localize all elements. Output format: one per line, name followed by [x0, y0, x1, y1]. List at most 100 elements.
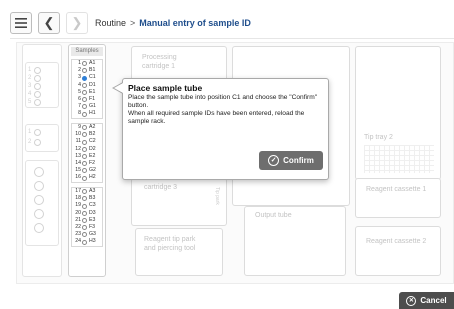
sample-number: 3	[78, 74, 81, 81]
slot-indicator	[82, 61, 87, 67]
processing-cartridge-3-label: cartridge 3	[144, 184, 178, 191]
sample-position-label: D1	[89, 81, 96, 88]
slot-indicator	[82, 175, 87, 181]
sample-position-label: A2	[89, 124, 96, 130]
slot-indicator	[82, 139, 87, 145]
sample-position-d1[interactable]: 4 D1	[72, 82, 102, 89]
tip-tray-2: Tip tray 2	[355, 46, 441, 180]
sample-number: 14	[75, 159, 81, 166]
sample-position-f1[interactable]: 6 F1	[72, 96, 102, 103]
sample-position-c3[interactable]: 19 C3	[72, 202, 102, 209]
sample-position-g1[interactable]: 7 G1	[72, 103, 102, 110]
sample-position-b2[interactable]: 10 B2	[72, 131, 102, 138]
sample-number: 18	[75, 195, 81, 202]
tip-grid	[364, 145, 434, 173]
sample-position-g2[interactable]: 15 G2	[72, 167, 102, 174]
sample-position-c2[interactable]: 11 C2	[72, 138, 102, 145]
sample-position-label: C3	[89, 202, 96, 209]
tip-park-label: Tip park	[214, 187, 220, 205]
sample-number: 21	[75, 216, 81, 223]
dialog-message-line-2: When all required sample IDs have been e…	[128, 110, 305, 125]
dialog-title: Place sample tube	[128, 83, 203, 93]
sample-position-d3[interactable]: 20 D3	[72, 210, 102, 217]
back-button[interactable]: ❮	[38, 12, 60, 34]
divider	[10, 38, 454, 39]
sample-number: 20	[75, 209, 81, 216]
slot-indicator	[82, 153, 87, 159]
slot-indicator	[82, 239, 87, 245]
slot-indicator	[82, 82, 87, 88]
sample-number: 11	[75, 138, 81, 145]
sample-position-c1[interactable]: 3 C1	[72, 74, 102, 81]
sample-position-label: C1	[89, 74, 96, 81]
processing-cartridge-3: cartridge 3 Tip park	[131, 178, 227, 226]
place-sample-dialog: Place sample tube Place the sample tube …	[122, 78, 329, 180]
slot-indicator	[82, 225, 87, 231]
sample-position-h3[interactable]: 24 H3	[72, 238, 102, 245]
slot-indicator	[82, 89, 87, 95]
sample-position-label: E1	[89, 88, 96, 95]
sample-number: 5	[78, 88, 81, 95]
sample-position-label: A1	[89, 60, 96, 66]
x-circle-icon: ✕	[406, 295, 417, 306]
sample-number: 2	[78, 67, 81, 74]
sample-number: 6	[78, 95, 81, 102]
slot-indicator	[82, 132, 87, 138]
sample-number: 24	[75, 238, 81, 245]
sample-position-f2[interactable]: 14 F2	[72, 160, 102, 167]
sample-group-3: 17 A3 18 B3 19 C3 20 D3 21 E3 22 F3 23 G3 24 H3	[71, 187, 103, 247]
sample-position-b3[interactable]: 18 B3	[72, 195, 102, 202]
sample-position-f3[interactable]: 22 F3	[72, 224, 102, 231]
sample-position-label: F1	[89, 95, 96, 102]
sample-position-label: D3	[89, 209, 96, 216]
sample-position-e1[interactable]: 5 E1	[72, 89, 102, 96]
sample-position-label: B1	[89, 67, 96, 74]
rack-slot-group-3	[25, 160, 59, 246]
sample-number: 1	[78, 60, 81, 66]
slot-indicator	[82, 161, 87, 167]
sample-number: 17	[75, 188, 81, 194]
sample-position-e2[interactable]: 13 E2	[72, 153, 102, 160]
samples-title: Samples	[71, 47, 103, 56]
sample-position-h2[interactable]: 16 H2	[72, 174, 102, 181]
breadcrumb-root[interactable]: Routine	[95, 18, 126, 28]
sample-position-e3[interactable]: 21 E3	[72, 217, 102, 224]
sample-position-label: C2	[89, 138, 96, 145]
slot-indicator	[82, 111, 87, 117]
sample-number: 4	[78, 81, 81, 88]
sample-position-d2[interactable]: 12 D2	[72, 146, 102, 153]
sample-number: 9	[78, 124, 81, 130]
sample-position-a3[interactable]: 17 A3	[72, 188, 102, 195]
sample-position-a1[interactable]: 1 A1	[72, 60, 102, 67]
sample-position-b1[interactable]: 2 B1	[72, 67, 102, 74]
tip-tray-2-label: Tip tray 2	[364, 134, 393, 141]
sample-position-label: D2	[89, 145, 96, 152]
slot-indicator	[82, 189, 87, 195]
reagent-cassette-2-label: Reagent cassette 2	[366, 238, 427, 245]
sample-position-label: F2	[89, 159, 96, 166]
slot-indicator	[82, 104, 87, 110]
reagent-cassette-1: Reagent cassette 1	[355, 178, 441, 218]
reagent-tip-park-label: Reagent tip park and piercing tool	[144, 236, 196, 252]
forward-button[interactable]: ❯	[66, 12, 88, 34]
sample-position-h1[interactable]: 8 H1	[72, 110, 102, 117]
sample-position-g3[interactable]: 23 G3	[72, 231, 102, 238]
reagent-cassette-1-label: Reagent cassette 1	[366, 186, 427, 193]
slot-indicator	[82, 125, 87, 131]
slot-indicator	[82, 146, 87, 152]
check-circle-icon: ✓	[268, 155, 280, 166]
output-tube-label: Output tube	[255, 212, 292, 219]
dialog-message-line-1: Place the sample tube into position C1 a…	[128, 94, 318, 109]
confirm-button[interactable]: ✓ Confirm	[259, 151, 323, 170]
cancel-button[interactable]: ✕ Cancel	[399, 292, 454, 309]
rack-slot-group-2: 1 2	[25, 124, 59, 152]
breadcrumb: Routine > Manual entry of sample ID	[95, 18, 251, 28]
reagent-tip-park: Reagent tip park and piercing tool	[135, 228, 223, 276]
slot-indicator	[82, 232, 87, 238]
sample-position-label: H1	[89, 110, 96, 117]
sample-position-a2[interactable]: 9 A2	[72, 124, 102, 131]
hamburger-menu-icon[interactable]	[10, 12, 32, 34]
chevron-left-icon: ❮	[43, 15, 55, 30]
confirm-button-label: Confirm	[283, 156, 314, 165]
sample-number: 23	[75, 231, 81, 238]
